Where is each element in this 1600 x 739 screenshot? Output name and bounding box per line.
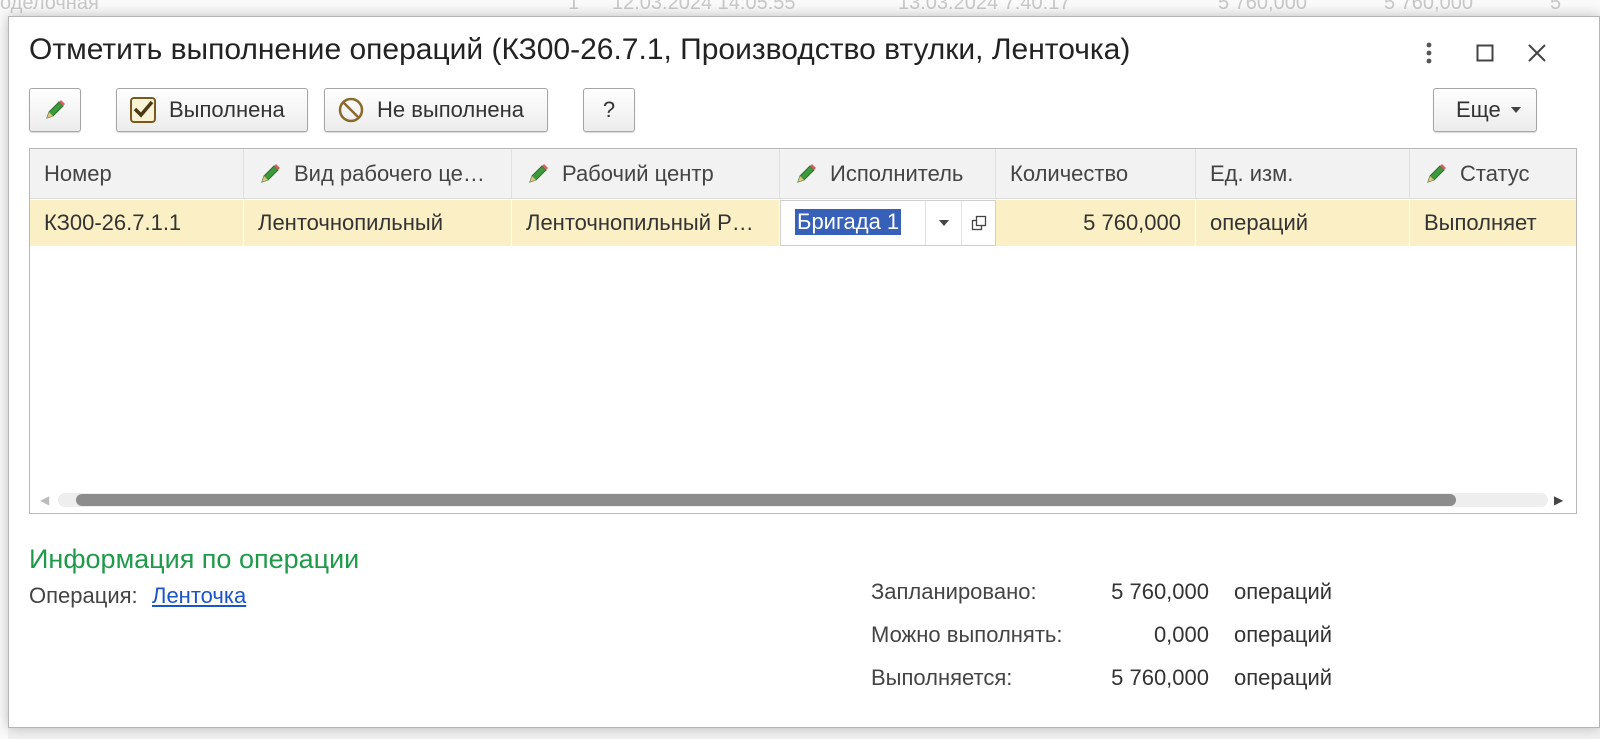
column-header-status[interactable]: Статус	[1410, 149, 1576, 199]
pencil-icon	[529, 164, 548, 183]
table-row[interactable]: КЗ00-26.7.1.1 Ленточнопильный Ленточнопи…	[30, 200, 1576, 246]
edit-button[interactable]	[29, 88, 81, 132]
column-header-quantity[interactable]: Количество	[996, 149, 1196, 199]
dropdown-arrow-icon[interactable]	[925, 201, 961, 245]
background-text: 5 760,000	[1384, 0, 1473, 14]
can-execute-label: Можно выполнять:	[871, 622, 1063, 647]
chevron-down-icon	[1510, 107, 1521, 113]
close-icon[interactable]	[1519, 35, 1555, 71]
column-header-work-center-type[interactable]: Вид рабочего це…	[244, 149, 512, 199]
checkbox-checked-icon	[129, 96, 157, 124]
mark-done-button[interactable]: Выполнена	[116, 88, 308, 132]
help-label: ?	[602, 97, 616, 122]
background-text: 5 760,000	[1218, 0, 1307, 14]
column-header-unit[interactable]: Ед. изм.	[1196, 149, 1410, 199]
cell-quantity[interactable]: 5 760,000	[996, 200, 1196, 246]
column-header-label: Ед. изм.	[1210, 161, 1294, 186]
column-header-label: Рабочий центр	[562, 161, 714, 186]
column-header-label: Номер	[44, 161, 112, 186]
pencil-icon	[797, 164, 816, 183]
in-progress-unit: операций	[1234, 665, 1333, 690]
in-progress-label: Выполняется:	[871, 665, 1013, 690]
more-button[interactable]: Еще	[1433, 88, 1537, 132]
planned-unit: операций	[1234, 579, 1333, 604]
column-header-number[interactable]: Номер	[30, 149, 244, 199]
operations-table: Номер Вид рабочего це… Рабочий центр Исп…	[29, 148, 1577, 514]
background-text: 12.03.2024 14:05:55	[612, 0, 796, 14]
more-actions-icon[interactable]	[1411, 35, 1447, 71]
mark-not-done-button[interactable]: Не выполнена	[324, 88, 548, 132]
maximize-icon[interactable]	[1467, 35, 1503, 71]
column-header-executor[interactable]: Исполнитель	[780, 149, 996, 199]
horizontal-scrollbar-thumb[interactable]	[76, 494, 1456, 506]
table-header: Номер Вид рабочего це… Рабочий центр Исп…	[30, 149, 1576, 199]
scroll-right-arrow-icon[interactable]: ▶	[1554, 493, 1563, 507]
planned-value: 5 760,000	[1111, 579, 1209, 604]
pencil-icon	[1427, 164, 1446, 183]
background-text: 13.03.2024 7:40:17	[898, 0, 1071, 14]
column-header-label: Вид рабочего це…	[294, 161, 485, 186]
operation-link[interactable]: Ленточка	[152, 583, 246, 609]
can-execute-value: 0,000	[1153, 622, 1209, 647]
executor-editor[interactable]: Бригада 1	[780, 200, 996, 246]
operation-info-title: Информация по операции	[29, 544, 360, 574]
mark-not-done-label: Не выполнена	[377, 97, 525, 122]
pencil-icon	[43, 98, 67, 122]
help-button[interactable]: ?	[583, 88, 635, 132]
cell-work-center[interactable]: Ленточнопильный Р…	[512, 200, 780, 246]
background-text: оделочная	[0, 0, 99, 14]
cell-number[interactable]: КЗ00-26.7.1.1	[30, 200, 244, 246]
scroll-left-arrow-icon[interactable]: ◀	[40, 493, 49, 507]
cell-work-center-type[interactable]: Ленточнопильный	[244, 200, 512, 246]
background-window-edge	[0, 20, 8, 739]
mark-done-label: Выполнена	[169, 97, 285, 122]
column-header-work-center[interactable]: Рабочий центр	[512, 149, 780, 199]
background-text: 1	[568, 0, 580, 14]
background-text: 5	[1550, 0, 1562, 14]
planned-label: Запланировано:	[871, 579, 1037, 604]
column-header-label: Статус	[1460, 161, 1530, 186]
cell-unit[interactable]: операций	[1196, 200, 1410, 246]
column-header-label: Количество	[1010, 161, 1129, 186]
cell-status[interactable]: Выполняет	[1410, 200, 1576, 246]
in-progress-value: 5 760,000	[1111, 665, 1209, 690]
more-label: Еще	[1456, 97, 1501, 122]
prohibited-icon	[337, 96, 365, 124]
executor-input[interactable]: Бригада 1	[795, 209, 902, 235]
operation-label: Операция:	[29, 583, 138, 608]
pencil-icon	[261, 164, 280, 183]
open-form-icon[interactable]	[961, 201, 995, 245]
can-execute-unit: операций	[1234, 622, 1333, 647]
column-header-label: Исполнитель	[830, 161, 964, 186]
mark-operations-dialog: Отметить выполнение операций (КЗ00-26.7.…	[8, 16, 1600, 728]
dialog-title: Отметить выполнение операций (КЗ00-26.7.…	[29, 33, 1131, 66]
